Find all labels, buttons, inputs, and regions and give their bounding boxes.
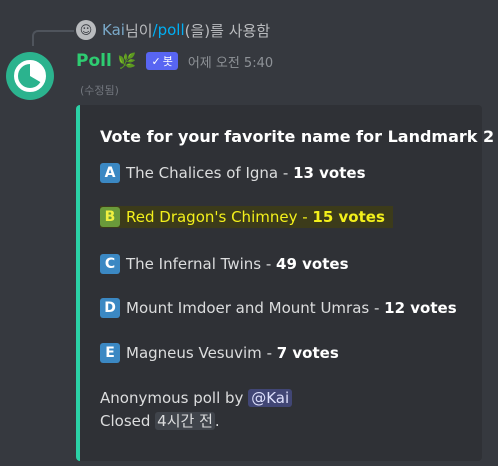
- option-votes: 13 votes: [293, 164, 366, 182]
- regional-letter-b-icon: B: [100, 207, 120, 227]
- bot-tag-label: 봇: [162, 55, 173, 68]
- bot-username[interactable]: Poll: [76, 51, 112, 71]
- option-votes: 49 votes: [276, 255, 349, 273]
- checkmark-icon: ✓: [151, 54, 161, 68]
- poll-title: Vote for your favorite name for Landmark…: [100, 127, 495, 146]
- regional-letter-c-icon: C: [100, 254, 120, 274]
- reply-username[interactable]: Kai: [102, 21, 125, 39]
- bot-tag: ✓ 봇: [146, 52, 178, 70]
- poll-embed: Vote for your favorite name for Landmark…: [76, 105, 494, 461]
- option-name: The Chalices of Igna: [126, 164, 279, 182]
- regional-letter-a-icon: A: [100, 163, 120, 183]
- poll-pie-icon: [14, 60, 46, 92]
- poll-option-c: C The Infernal Twins - 49 votes: [100, 253, 349, 275]
- poll-footer: Anonymous poll by @Kai Closed 4시간 전.: [100, 387, 293, 433]
- reply-connector-line: [32, 30, 74, 46]
- anonymous-label: Anonymous poll by: [100, 389, 249, 407]
- relative-time[interactable]: 4시간 전: [155, 412, 215, 430]
- option-name: Mount Imdoer and Mount Umras: [126, 299, 370, 317]
- option-name: Red Dragon's Chimney: [126, 208, 298, 226]
- regional-letter-d-icon: D: [100, 298, 120, 318]
- message-header: Poll 🌿 ✓ 봇 어제 오전 5:40: [76, 49, 273, 73]
- closed-line: Closed 4시간 전.: [100, 410, 292, 433]
- poll-option-d: D Mount Imdoer and Mount Umras - 12 vote…: [100, 297, 457, 319]
- reply-reference[interactable]: ☺ Kai 님이 /poll (을)를 사용함: [76, 17, 270, 43]
- poll-option-a: A The Chalices of Igna - 13 votes: [100, 162, 366, 184]
- option-sep: -: [261, 255, 277, 273]
- option-name: Magneus Vesuvim: [126, 344, 262, 362]
- option-name: The Infernal Twins: [126, 255, 262, 273]
- reply-command[interactable]: /poll: [153, 21, 185, 39]
- reply-text-mid: 님이: [124, 21, 153, 40]
- option-sep: -: [261, 344, 277, 362]
- reply-text-end: (을)를 사용함: [184, 21, 271, 40]
- option-sep: -: [278, 164, 294, 182]
- closed-period: .: [214, 412, 220, 430]
- poll-option-e: E Magneus Vesuvim - 7 votes: [100, 342, 339, 364]
- user-mention[interactable]: @Kai: [248, 389, 293, 407]
- option-votes: 15 votes: [312, 208, 385, 226]
- option-votes: 7 votes: [276, 344, 339, 362]
- anonymous-line: Anonymous poll by @Kai: [100, 387, 293, 410]
- avatar[interactable]: [6, 52, 54, 100]
- option-votes: 12 votes: [384, 299, 457, 317]
- poll-option-b: B Red Dragon's Chimney - 15 votes: [100, 206, 393, 228]
- closed-label: Closed: [100, 412, 156, 430]
- regional-letter-e-icon: E: [100, 343, 120, 363]
- timestamp[interactable]: 어제 오전 5:40: [188, 52, 273, 71]
- edited-label: (수정됨): [80, 84, 119, 97]
- option-sep: -: [369, 299, 385, 317]
- leaf-emoji-icon: 🌿: [117, 52, 137, 70]
- option-sep: -: [297, 208, 313, 226]
- reply-avatar[interactable]: ☺: [76, 20, 96, 40]
